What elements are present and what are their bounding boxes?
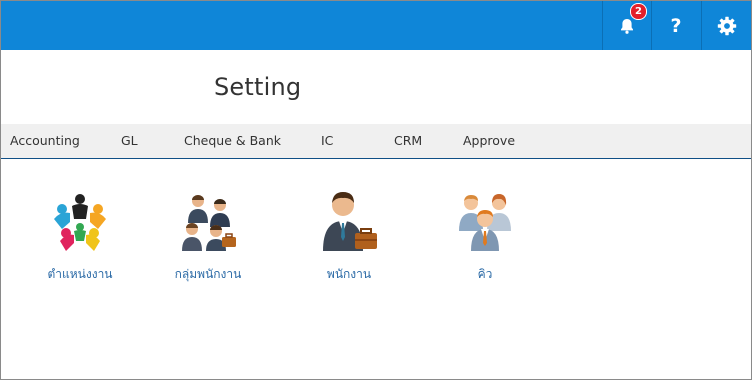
tab-approve[interactable]: Approve [463, 124, 515, 158]
settings-button[interactable] [701, 1, 751, 50]
tile-employee-label[interactable]: พนักงาน [294, 265, 404, 284]
employee-icon [323, 192, 377, 251]
tile-queue[interactable]: คิว [430, 189, 540, 284]
app-window: 2 ? Setting Accounting GL Cheque & Bank … [0, 0, 752, 380]
tab-ic[interactable]: IC [321, 124, 333, 158]
page-title: Setting [214, 73, 302, 101]
tile-employee-group[interactable]: กลุ่มพนักงาน [153, 189, 263, 284]
queue-icon [459, 194, 511, 251]
question-icon: ? [670, 14, 682, 37]
tile-positions[interactable]: ตำแหน่งงาน [25, 189, 135, 284]
tile-queue-label[interactable]: คิว [430, 265, 540, 284]
employee-group-icon [182, 195, 236, 251]
people-circle-icon [54, 194, 106, 251]
notifications-button[interactable]: 2 [602, 1, 651, 50]
tile-employee[interactable]: พนักงาน [294, 189, 404, 284]
bell-icon [621, 18, 633, 34]
gear-icon [717, 16, 737, 35]
notification-badge: 2 [630, 3, 647, 20]
module-tabs: Accounting GL Cheque & Bank IC CRM Appro… [1, 124, 751, 159]
tile-positions-label[interactable]: ตำแหน่งงาน [25, 265, 135, 284]
tab-gl[interactable]: GL [121, 124, 138, 158]
top-bar: 2 ? [1, 1, 751, 50]
tab-accounting[interactable]: Accounting [10, 124, 80, 158]
tab-crm[interactable]: CRM [394, 124, 422, 158]
help-button[interactable]: ? [651, 1, 700, 50]
tile-employee-group-label[interactable]: กลุ่มพนักงาน [153, 265, 263, 284]
tab-cheque-bank[interactable]: Cheque & Bank [184, 124, 281, 158]
